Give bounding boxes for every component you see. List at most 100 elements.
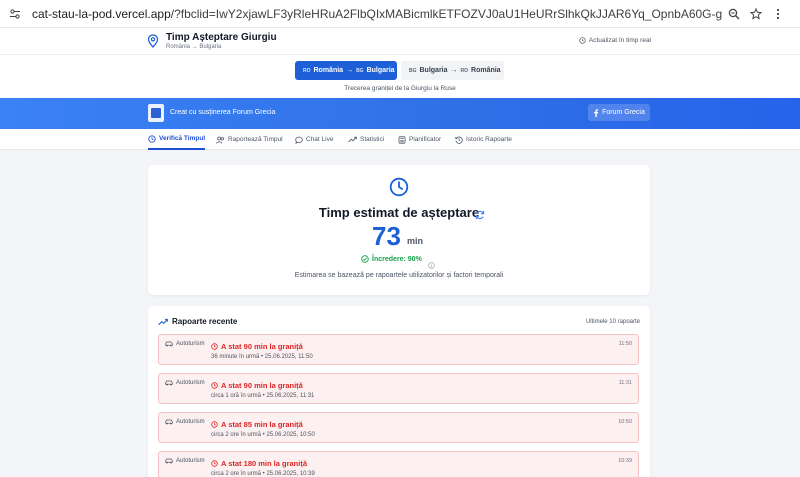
bookmark-star-icon[interactable] <box>746 4 766 24</box>
report-stat-label: A stat 85 min la graniță <box>221 420 303 429</box>
tab-statistici[interactable]: Statistici <box>348 129 384 150</box>
report-time: 10:39 <box>618 458 632 464</box>
reports-heading: Rapoarte recente <box>158 317 237 326</box>
country-code: RO <box>303 67 311 74</box>
report-item: Autoturism A stat 180 min la graniță cir… <box>158 451 639 477</box>
country-name: România <box>313 67 344 74</box>
car-icon <box>165 419 173 425</box>
confidence-indicator: Încredere: 90% <box>361 255 422 263</box>
facebook-icon <box>594 108 599 117</box>
browser-address-bar: cat-stau-la-pod.vercel.app/?fbclid=IwY2x… <box>0 0 800 28</box>
banner-text: Creat cu susținerea Forum Grecia <box>170 109 276 116</box>
forum-grecia-button[interactable]: Forum Grecia <box>588 104 650 121</box>
main-tabs: Verifică Timpul Raportează Timpul Chat L… <box>0 129 800 150</box>
report-stat: A stat 85 min la graniță <box>211 420 303 429</box>
report-item: Autoturism A stat 90 min la graniță circ… <box>158 373 639 404</box>
report-stat-label: A stat 180 min la graniță <box>221 459 308 468</box>
vehicle-label: Autoturism <box>176 419 205 425</box>
car-icon <box>165 458 173 464</box>
realtime-label: Actualizat în timp real <box>588 37 651 44</box>
crossing-caption: Trecerea graniței de la Giurgiu la Ruse <box>344 85 456 92</box>
country-code: RO <box>460 67 469 74</box>
tab-label: Verifică Timpul <box>159 135 206 142</box>
estimated-minutes: 73 <box>372 221 401 251</box>
clock-icon <box>211 343 218 350</box>
clock-icon <box>211 421 218 428</box>
tab-planificator[interactable]: Planificator <box>398 129 441 150</box>
report-meta: circa 2 ore în urmă • 25.06.2025, 10:39 <box>211 471 315 477</box>
estimate-note: Estimarea se bazează pe rapoartele utili… <box>294 272 504 279</box>
vehicle-label: Autoturism <box>176 380 205 386</box>
report-time: 11:31 <box>618 380 632 386</box>
tab-istoric-rapoarte[interactable]: Istoric Rapoarte <box>455 129 512 150</box>
clock-icon <box>389 177 409 202</box>
country-name: România <box>471 67 501 74</box>
report-item: Autoturism A stat 85 min la graniță circ… <box>158 412 639 443</box>
reports-title: Rapoarte recente <box>172 317 238 326</box>
direction-selector: RO România → BG Bulgaria BG Bulgaria → R… <box>0 55 800 98</box>
vehicle-type: Autoturism <box>165 341 205 347</box>
clock-icon <box>211 460 218 467</box>
zoom-icon[interactable] <box>724 4 744 24</box>
map-pin-icon <box>147 34 159 53</box>
url-path: /?fbclid=IwY2xjawLF3yRleHRuA2FlbQIxMABic… <box>170 6 722 21</box>
refresh-icon[interactable] <box>475 207 485 225</box>
site-settings-icon[interactable] <box>8 7 22 21</box>
tab-raporteaza-timpul[interactable]: Raportează Timpul <box>216 129 283 150</box>
trending-icon <box>348 136 357 143</box>
country-code: BG <box>409 67 417 74</box>
country-name: Bulgaria <box>419 67 448 74</box>
wait-time-card: Timp estimat de așteptare 73 min Încrede… <box>148 165 650 295</box>
tab-label: Chat Live <box>306 136 334 143</box>
vehicle-type: Autoturism <box>165 380 205 386</box>
browser-menu-icon[interactable] <box>768 4 788 24</box>
sponsor-banner: Creat cu susținerea Forum Grecia Forum G… <box>0 98 800 129</box>
vehicle-type: Autoturism <box>165 458 205 464</box>
tab-label: Istoric Rapoarte <box>466 136 512 143</box>
report-stat: A stat 180 min la graniță <box>211 459 307 468</box>
page-subtitle: România → Bulgaria <box>166 44 222 50</box>
check-circle-icon <box>361 255 369 263</box>
report-stat-label: A stat 90 min la graniță <box>221 381 303 390</box>
history-icon <box>455 136 463 144</box>
report-stat-label: A stat 90 min la graniță <box>221 342 303 351</box>
tab-label: Statistici <box>360 136 385 143</box>
forum-grecia-label: Forum Grecia <box>602 109 645 116</box>
chat-bubble-icon <box>295 136 303 144</box>
clock-icon <box>211 382 218 389</box>
calculator-icon <box>398 135 406 144</box>
page-title: Timp Așteptare Giurgiu <box>166 32 277 43</box>
clock-small-icon <box>579 37 586 44</box>
report-time: 10:50 <box>618 419 632 425</box>
forum-grecia-logo <box>148 104 164 122</box>
clock-icon <box>148 134 156 143</box>
reports-count: Ultimele 10 rapoarte <box>585 319 640 325</box>
minutes-unit: min <box>407 236 424 246</box>
tab-chat-live[interactable]: Chat Live <box>295 129 333 150</box>
confidence-label: Încredere: 90% <box>372 255 422 263</box>
users-icon <box>216 136 224 144</box>
tab-label: Raportează Timpul <box>228 136 283 143</box>
url-field[interactable]: cat-stau-la-pod.vercel.app/?fbclid=IwY2x… <box>32 7 722 21</box>
report-meta: 36 minute în urmă • 25.06.2025, 11:50 <box>211 354 313 360</box>
report-stat: A stat 90 min la graniță <box>211 342 303 351</box>
estimate-headline: Timp estimat de așteptare <box>318 205 480 220</box>
vehicle-type: Autoturism <box>165 419 205 425</box>
url-host: cat-stau-la-pod.vercel.app <box>32 6 171 21</box>
realtime-status: Actualizat în timp real <box>579 37 651 44</box>
report-meta: circa 2 ore în urmă • 25.06.2025, 10:50 <box>211 432 315 438</box>
report-meta: circa 1 oră în urmă • 25.06.2025, 11:31 <box>211 393 315 399</box>
tab-label: Planificator <box>409 136 442 143</box>
arrow-right-icon: → <box>450 67 458 74</box>
country-name: Bulgaria <box>366 67 395 74</box>
app-header: Timp Așteptare Giurgiu România → Bulgari… <box>0 28 800 55</box>
report-stat: A stat 90 min la graniță <box>211 381 303 390</box>
arrow-right-icon: → <box>346 67 354 74</box>
recent-reports-card: Rapoarte recente Ultimele 10 rapoarte Au… <box>148 306 650 477</box>
direction-ro-bg-button[interactable]: RO România → BG Bulgaria <box>295 61 397 80</box>
country-code: BG <box>356 67 364 74</box>
tab-verifica-timpul[interactable]: Verifică Timpul <box>148 129 206 150</box>
report-time: 11:50 <box>618 341 632 347</box>
report-item: Autoturism A stat 90 min la graniță 36 m… <box>158 334 639 365</box>
direction-bg-ro-button[interactable]: BG Bulgaria → RO România <box>401 61 504 80</box>
